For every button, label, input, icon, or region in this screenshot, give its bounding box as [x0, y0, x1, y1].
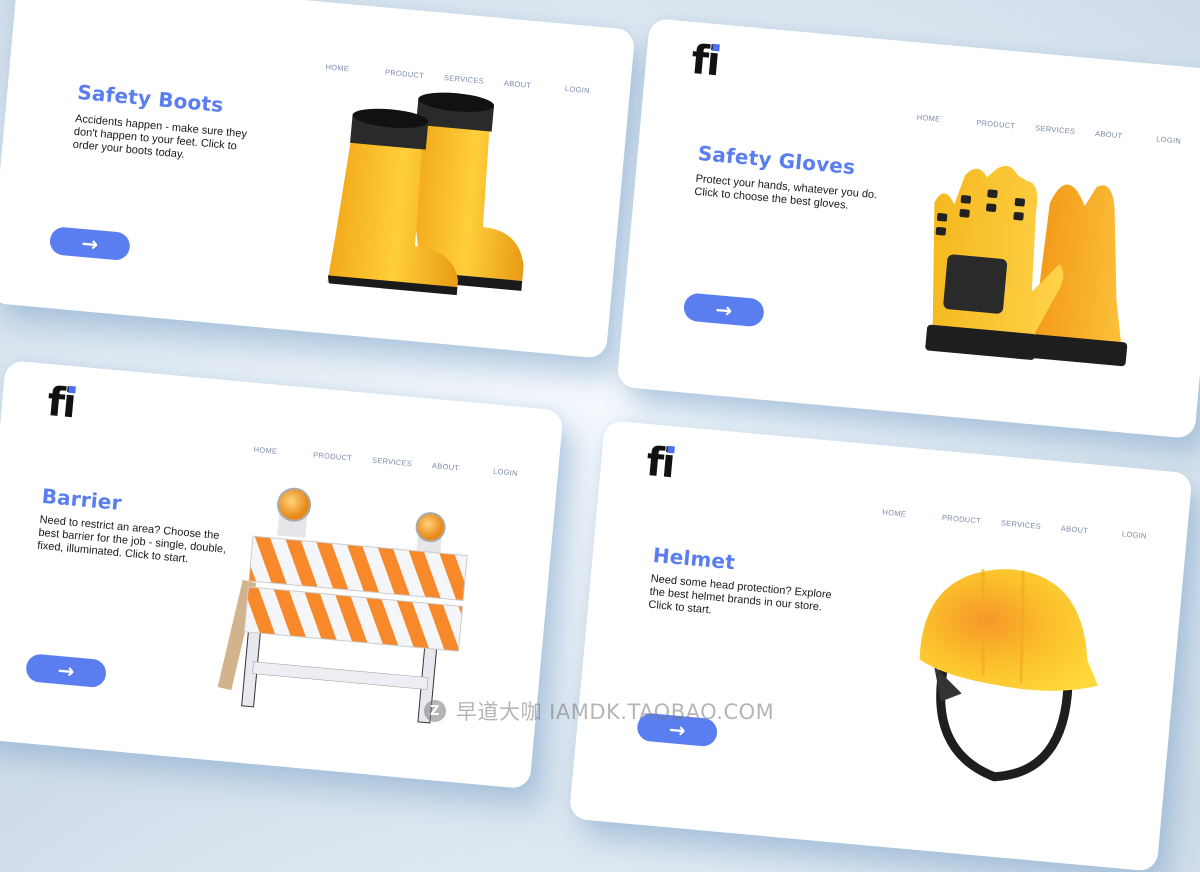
nav-login[interactable]: LOGIN [565, 84, 591, 95]
arrow-right-icon: → [714, 297, 734, 323]
nav-product[interactable]: PRODUCT [976, 118, 1016, 131]
card-description: Need some head protection? Explore the b… [647, 572, 833, 617]
nav-about[interactable]: ABOUT [432, 461, 460, 472]
logo-dot-icon [68, 385, 77, 394]
card-title: Safety Gloves [696, 140, 857, 180]
landing-card-safety-boots: fi HOME PRODUCT SERVICES ABOUT LOGIN Saf… [0, 0, 636, 359]
start-barrier-button[interactable]: → [24, 653, 108, 689]
brand-logo[interactable]: fi [61, 0, 92, 5]
nav-home[interactable]: HOME [882, 508, 906, 519]
nav-services[interactable]: SERVICES [1001, 518, 1042, 531]
card-title: Barrier [40, 483, 123, 516]
arrow-right-icon: → [56, 658, 76, 684]
nav-home[interactable]: HOME [253, 445, 277, 456]
boots-image [327, 92, 524, 298]
nav-about[interactable]: ABOUT [1095, 129, 1123, 140]
landing-card-safety-gloves: fi HOME PRODUCT SERVICES ABOUT LOGIN Saf… [616, 18, 1200, 440]
brand-logo[interactable]: fi [644, 439, 676, 487]
card-title: Helmet [651, 542, 737, 575]
nav-login[interactable]: LOGIN [1122, 529, 1148, 540]
nav-home[interactable]: HOME [916, 113, 940, 124]
helmet-image [919, 568, 1098, 782]
logo-dot-icon [667, 445, 676, 454]
landing-card-helmet: fi HOME PRODUCT SERVICES ABOUT LOGIN Hel… [568, 420, 1193, 872]
barrier-image [217, 487, 468, 724]
order-boots-button[interactable]: → [48, 226, 131, 262]
top-nav: HOME PRODUCT SERVICES ABOUT LOGIN [253, 445, 518, 478]
nav-login[interactable]: LOGIN [1156, 134, 1182, 145]
brand-logo[interactable]: fi [689, 37, 721, 85]
card-description: Accidents happen - make sure they don't … [72, 112, 248, 161]
top-nav: HOME PRODUCT SERVICES ABOUT LOGIN [882, 508, 1147, 541]
card-description: Protect your hands, whatever you do. Cli… [693, 172, 878, 212]
nav-services[interactable]: SERVICES [372, 456, 413, 469]
arrow-right-icon: → [80, 230, 100, 257]
nav-product[interactable]: PRODUCT [942, 513, 982, 526]
choose-gloves-button[interactable]: → [682, 292, 765, 328]
nav-product[interactable]: PRODUCT [313, 450, 353, 463]
nav-login[interactable]: LOGIN [493, 467, 519, 478]
card-description: Need to restrict an area? Choose the bes… [36, 513, 227, 566]
nav-services[interactable]: SERVICES [1035, 123, 1076, 136]
watermark-text: 早道大咖 IAMDK.TAOBAO.COM [456, 700, 775, 724]
brand-logo[interactable]: fi [45, 379, 77, 427]
logo-dot-icon [712, 43, 721, 52]
gloves-image [925, 165, 1128, 367]
watermark: Z 早道大咖 IAMDK.TAOBAO.COM [424, 696, 774, 726]
card-title: Safety Boots [76, 79, 225, 118]
watermark-logo-icon: Z [424, 700, 446, 722]
nav-about[interactable]: ABOUT [1060, 524, 1088, 535]
